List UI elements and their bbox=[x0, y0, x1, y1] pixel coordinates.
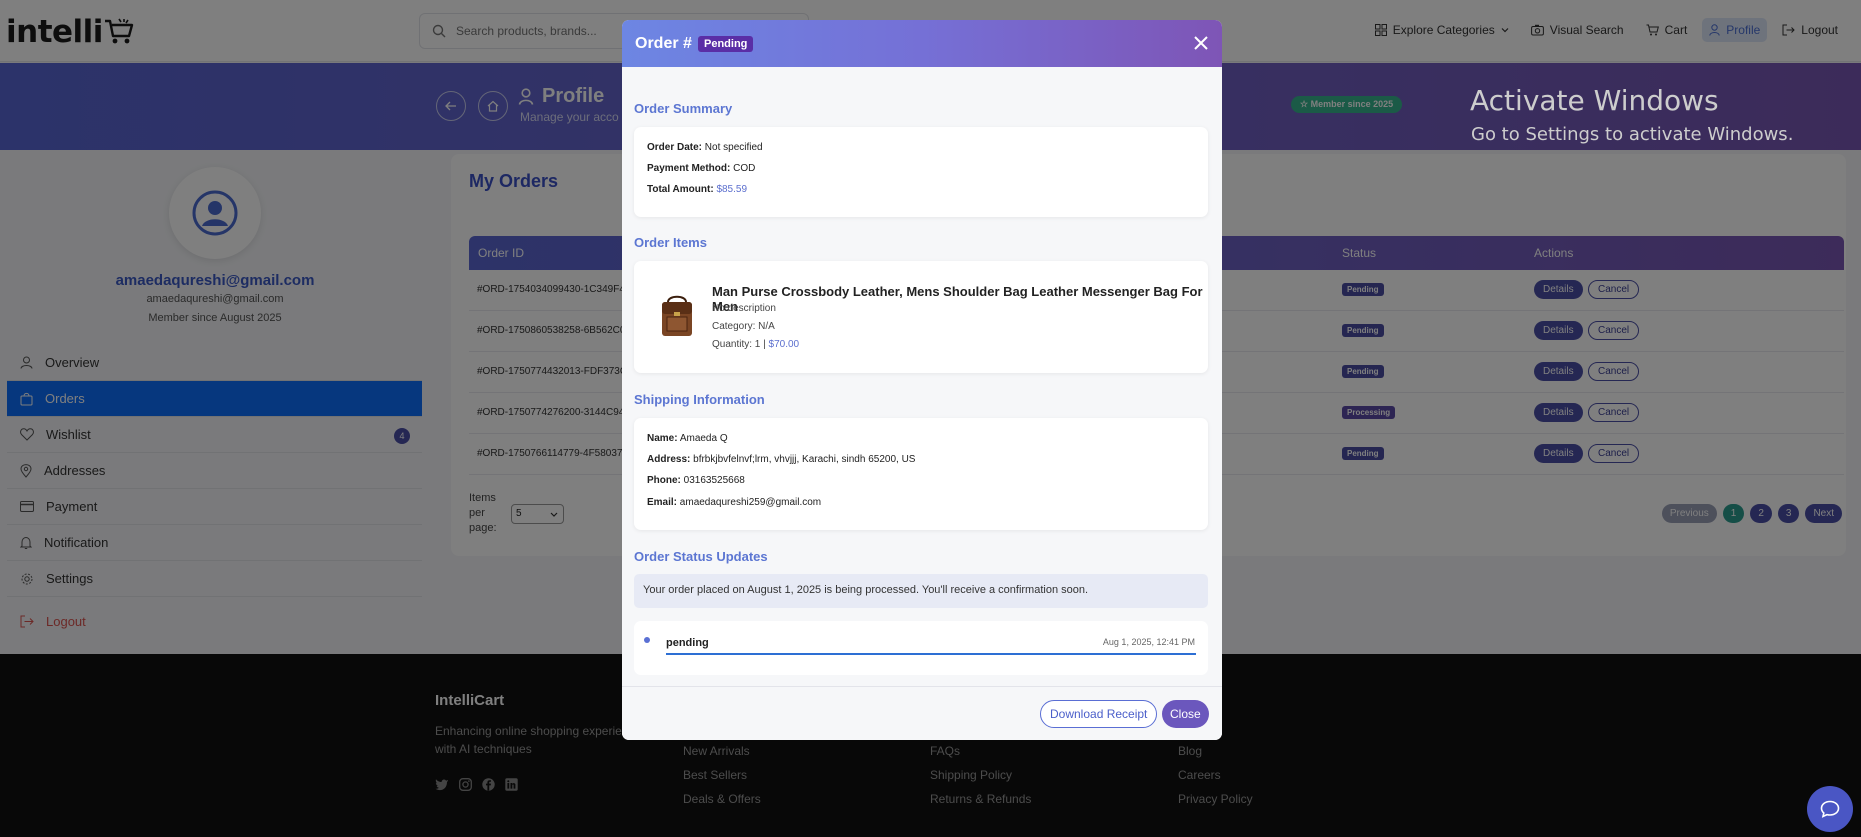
timeline-date: Aug 1, 2025, 12:41 PM bbox=[1102, 637, 1195, 647]
product-description: No description bbox=[712, 303, 776, 314]
product-image bbox=[662, 295, 692, 336]
payment-method-label: Payment Method: bbox=[647, 163, 731, 174]
windows-activation-subtitle: Go to Settings to activate Windows. bbox=[1471, 124, 1794, 145]
product-quantity-row: Quantity: 1 | $70.00 bbox=[712, 339, 799, 350]
shipping-address-row: Address: bfrbkjbvfelnvf;lrm, vhvjjj, Kar… bbox=[647, 454, 915, 465]
order-date-row: Order Date: Not specified bbox=[647, 142, 763, 153]
shipping-name-label: Name: bbox=[647, 433, 678, 444]
product-name: Man Purse Crossbody Leather, Mens Should… bbox=[712, 284, 1203, 314]
total-amount-label: Total Amount: bbox=[647, 184, 714, 195]
shipping-phone-label: Phone: bbox=[647, 475, 681, 486]
order-status-heading: Order Status Updates bbox=[634, 549, 768, 564]
timeline-dot bbox=[644, 637, 650, 643]
shipping-info-box: Name: Amaeda Q Address: bfrbkjbvfelnvf;l… bbox=[634, 418, 1208, 530]
modal-title: Order # bbox=[635, 35, 692, 52]
chat-icon bbox=[1820, 800, 1840, 818]
download-receipt-button[interactable]: Download Receipt bbox=[1040, 700, 1158, 728]
payment-method-value: COD bbox=[733, 163, 756, 174]
order-items-heading: Order Items bbox=[634, 235, 707, 250]
product-price: $70.00 bbox=[768, 339, 800, 350]
order-status-badge: Pending bbox=[698, 36, 754, 52]
payment-method-row: Payment Method: COD bbox=[647, 163, 755, 174]
total-amount-value: $85.59 bbox=[716, 184, 748, 195]
shipping-address-label: Address: bbox=[647, 454, 691, 465]
order-status-notice: Your order placed on August 1, 2025 is b… bbox=[634, 574, 1208, 608]
chat-button[interactable] bbox=[1807, 786, 1853, 832]
close-button[interactable]: Close bbox=[1162, 700, 1209, 728]
order-date-label: Order Date: bbox=[647, 142, 703, 153]
shipping-address-value: bfrbkjbvfelnvf;lrm, vhvjjj, Karachi, sin… bbox=[693, 454, 916, 465]
total-amount-row: Total Amount: $85.59 bbox=[647, 184, 747, 195]
order-summary-heading: Order Summary bbox=[634, 101, 733, 116]
windows-activation-title: Activate Windows bbox=[1470, 84, 1719, 117]
modal-header: Order # Pending bbox=[622, 20, 1222, 67]
product-category: Category: N/A bbox=[712, 321, 775, 332]
shipping-email-label: Email: bbox=[647, 497, 678, 508]
shipping-name-value: Amaeda Q bbox=[679, 433, 728, 444]
modal-footer: Download Receipt Close bbox=[622, 686, 1222, 740]
timeline-status: pending bbox=[666, 637, 709, 649]
order-summary-box: Order Date: Not specified Payment Method… bbox=[634, 127, 1208, 217]
shipping-email-row: Email: amaedaqureshi259@gmail.com bbox=[647, 497, 821, 508]
timeline-progress-line bbox=[666, 653, 1196, 655]
shipping-phone-row: Phone: 03163525668 bbox=[647, 475, 745, 486]
order-item-card: Man Purse Crossbody Leather, Mens Should… bbox=[634, 261, 1208, 373]
modal-body: Order Summary Order Date: Not specified … bbox=[622, 67, 1222, 686]
close-icon[interactable] bbox=[1190, 32, 1212, 54]
shipping-email-value: amaedaqureshi259@gmail.com bbox=[679, 497, 822, 508]
product-quantity: Quantity: 1 | bbox=[712, 339, 766, 350]
order-details-modal: Order # Pending Order Summary Order Date… bbox=[622, 20, 1222, 740]
shipping-name-row: Name: Amaeda Q bbox=[647, 433, 728, 444]
shipping-info-heading: Shipping Information bbox=[634, 392, 765, 407]
shipping-phone-value: 03163525668 bbox=[683, 475, 745, 486]
order-date-value: Not specified bbox=[704, 142, 763, 153]
status-timeline-entry: pending Aug 1, 2025, 12:41 PM bbox=[634, 621, 1208, 675]
